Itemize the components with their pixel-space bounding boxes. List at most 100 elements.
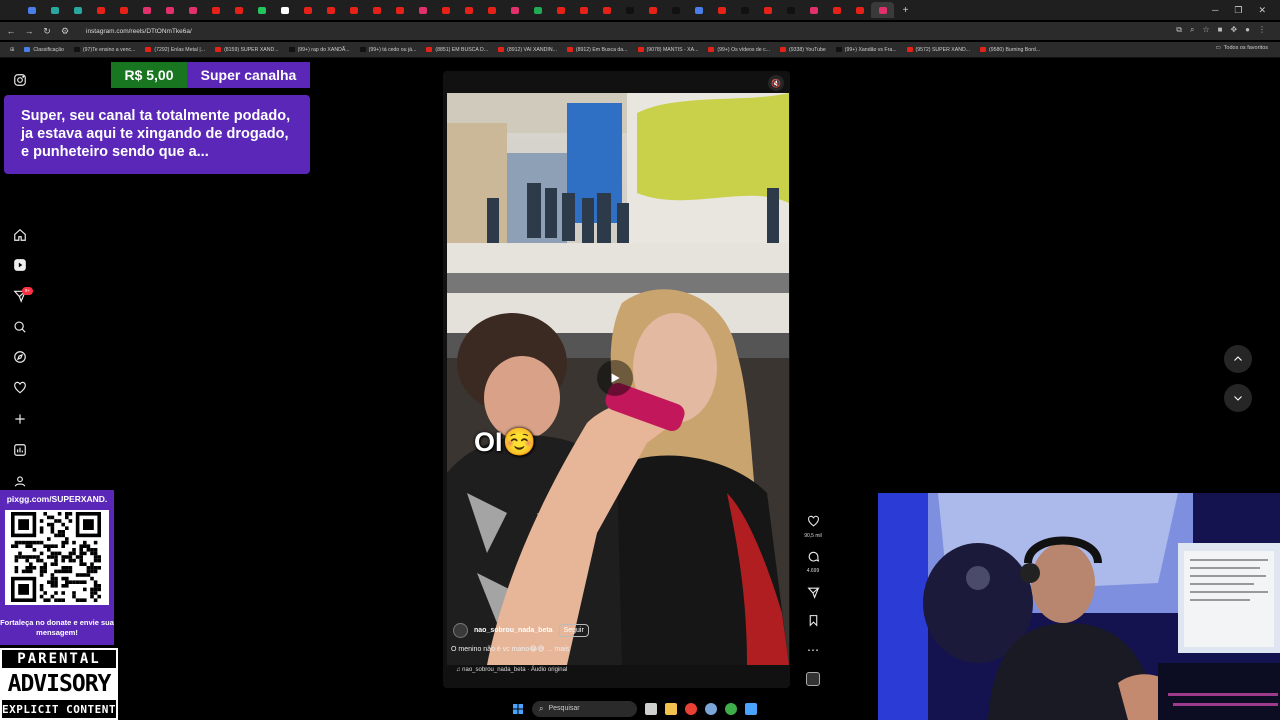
- profile-avatar-icon[interactable]: ●: [1245, 25, 1250, 35]
- browser-tab[interactable]: [480, 2, 503, 18]
- bookmark-item[interactable]: (8912) VAI XANDIN...: [498, 47, 557, 53]
- browser-tab[interactable]: [227, 2, 250, 18]
- new-tab-icon[interactable]: +: [894, 2, 917, 18]
- apps-icon[interactable]: ⊞: [10, 47, 14, 53]
- browser-tab[interactable]: [273, 2, 296, 18]
- browser-tab[interactable]: [250, 2, 273, 18]
- like-button[interactable]: 90,5 mil: [803, 515, 823, 539]
- bookmark-item[interactable]: (99+) rap do XANDÃ...: [288, 47, 350, 53]
- forward-icon[interactable]: →: [22, 26, 36, 36]
- browser-tab[interactable]: [618, 2, 641, 18]
- bookmark-item[interactable]: (99+) Os vídeos de c...: [708, 47, 770, 53]
- browser-tab[interactable]: [848, 2, 871, 18]
- browser-tab[interactable]: [112, 2, 135, 18]
- browser-tab[interactable]: [549, 2, 572, 18]
- notifications-heart-icon[interactable]: [12, 380, 28, 396]
- back-icon[interactable]: ←: [4, 26, 18, 36]
- browser-tab[interactable]: [296, 2, 319, 18]
- browser-tab[interactable]: [20, 2, 43, 18]
- browser-tab[interactable]: [572, 2, 595, 18]
- browser-tab[interactable]: [411, 2, 434, 18]
- browser-tab[interactable]: [204, 2, 227, 18]
- next-reel-button[interactable]: [1224, 384, 1252, 412]
- browser-tab[interactable]: [664, 2, 687, 18]
- browser-tab[interactable]: [595, 2, 618, 18]
- url-text[interactable]: instagram.com/reels/DTtONmTke6a/: [86, 28, 192, 35]
- reels-icon[interactable]: [12, 257, 28, 273]
- browser-tab[interactable]: [434, 2, 457, 18]
- bookmark-item[interactable]: (9338) YouTube: [780, 47, 826, 53]
- bookmark-item[interactable]: (9572) SUPER XAND...: [906, 47, 970, 53]
- browser-tab[interactable]: [388, 2, 411, 18]
- search-icon[interactable]: [12, 319, 28, 335]
- browser-tab[interactable]: [66, 2, 89, 18]
- follow-button[interactable]: Seguir: [558, 624, 589, 637]
- browser-tab[interactable]: [135, 2, 158, 18]
- bookmark-item[interactable]: (8851) EM BUSCA D...: [426, 47, 488, 53]
- bookmark-item[interactable]: (97)Te ensino a venc...: [73, 47, 135, 53]
- bookmark-item[interactable]: Classificação: [24, 47, 64, 53]
- browser-tab[interactable]: [802, 2, 825, 18]
- share-button[interactable]: [803, 586, 823, 604]
- app-icon[interactable]: [725, 702, 737, 715]
- browser-tab[interactable]: [710, 2, 733, 18]
- previous-reel-button[interactable]: [1224, 345, 1252, 373]
- browser-tab[interactable]: [365, 2, 388, 18]
- browser-tab[interactable]: [457, 2, 480, 18]
- dashboard-icon[interactable]: [12, 442, 28, 458]
- browser-tab[interactable]: [733, 2, 756, 18]
- install-app-icon[interactable]: ⧉: [1176, 25, 1182, 35]
- browser-tab[interactable]: [319, 2, 342, 18]
- browser-tab[interactable]: [342, 2, 365, 18]
- browser-tab[interactable]: [756, 2, 779, 18]
- audio-thumbnail[interactable]: [806, 672, 820, 686]
- chrome-icon[interactable]: [685, 702, 697, 715]
- browser-tab[interactable]: [181, 2, 204, 18]
- instagram-logo-icon[interactable]: [12, 72, 28, 88]
- zoom-icon[interactable]: ⌕: [1190, 25, 1194, 35]
- comment-button[interactable]: 4.699: [803, 550, 823, 574]
- mute-icon[interactable]: 🔇: [768, 75, 784, 91]
- all-favorites[interactable]: ▭ Todos os favoritos: [1215, 45, 1268, 51]
- profile-icon[interactable]: [12, 473, 28, 489]
- maximize-icon[interactable]: ❐: [1234, 5, 1242, 16]
- bookmark-item[interactable]: (7292) Enlas Metal |...: [145, 47, 205, 53]
- more-options-icon[interactable]: ⋯: [803, 643, 823, 657]
- browser-tab[interactable]: [43, 2, 66, 18]
- file-explorer-icon[interactable]: [665, 702, 677, 715]
- extensions-puzzle-icon[interactable]: ✥: [1230, 25, 1237, 35]
- bookmark-star-icon[interactable]: ☆: [1202, 25, 1209, 35]
- bookmark-item[interactable]: (8912) Em Busca da...: [566, 47, 628, 53]
- browser-tab[interactable]: [158, 2, 181, 18]
- explore-icon[interactable]: [12, 349, 28, 365]
- steam-icon[interactable]: [745, 702, 757, 715]
- reel-caption[interactable]: O menino não é vc mano😂😅 ... mais: [451, 645, 569, 653]
- browser-tab[interactable]: [871, 2, 894, 18]
- menu-icon[interactable]: ⋮: [1258, 25, 1266, 35]
- home-icon[interactable]: [12, 227, 28, 243]
- taskbar-search[interactable]: ⌕ Pesquisar: [532, 700, 637, 717]
- browser-tab[interactable]: [526, 2, 549, 18]
- browser-tab[interactable]: [825, 2, 848, 18]
- extension-icon[interactable]: ■: [1218, 25, 1223, 35]
- browser-tab[interactable]: [503, 2, 526, 18]
- task-view-icon[interactable]: [645, 702, 657, 715]
- browser-tab[interactable]: [779, 2, 802, 18]
- windows-start-icon[interactable]: [512, 703, 524, 715]
- reel-audio[interactable]: ♫ nao_sobrou_nada_beta · Áudio original: [456, 667, 567, 673]
- reload-icon[interactable]: ↻: [40, 26, 54, 37]
- bookmark-item[interactable]: (9580) Burning Bord...: [980, 47, 1040, 53]
- play-icon[interactable]: [597, 360, 633, 396]
- close-window-icon[interactable]: ✕: [1258, 5, 1266, 16]
- browser-tab[interactable]: [641, 2, 664, 18]
- bookmark-item[interactable]: (99+) Xandão vs Fra...: [835, 47, 897, 53]
- bookmark-item[interactable]: (8159) SUPER XAND...: [215, 47, 279, 53]
- browser-tab[interactable]: [687, 2, 710, 18]
- bookmark-item[interactable]: (9078) MANTIS - XA...: [637, 47, 698, 53]
- browser-tab[interactable]: [89, 2, 112, 18]
- site-info-icon[interactable]: ⚙: [58, 26, 72, 37]
- create-icon[interactable]: [12, 411, 28, 427]
- author-name[interactable]: nao_sobrou_nada_beta: [474, 627, 553, 634]
- settings-icon[interactable]: [705, 702, 717, 715]
- save-button[interactable]: [803, 614, 823, 632]
